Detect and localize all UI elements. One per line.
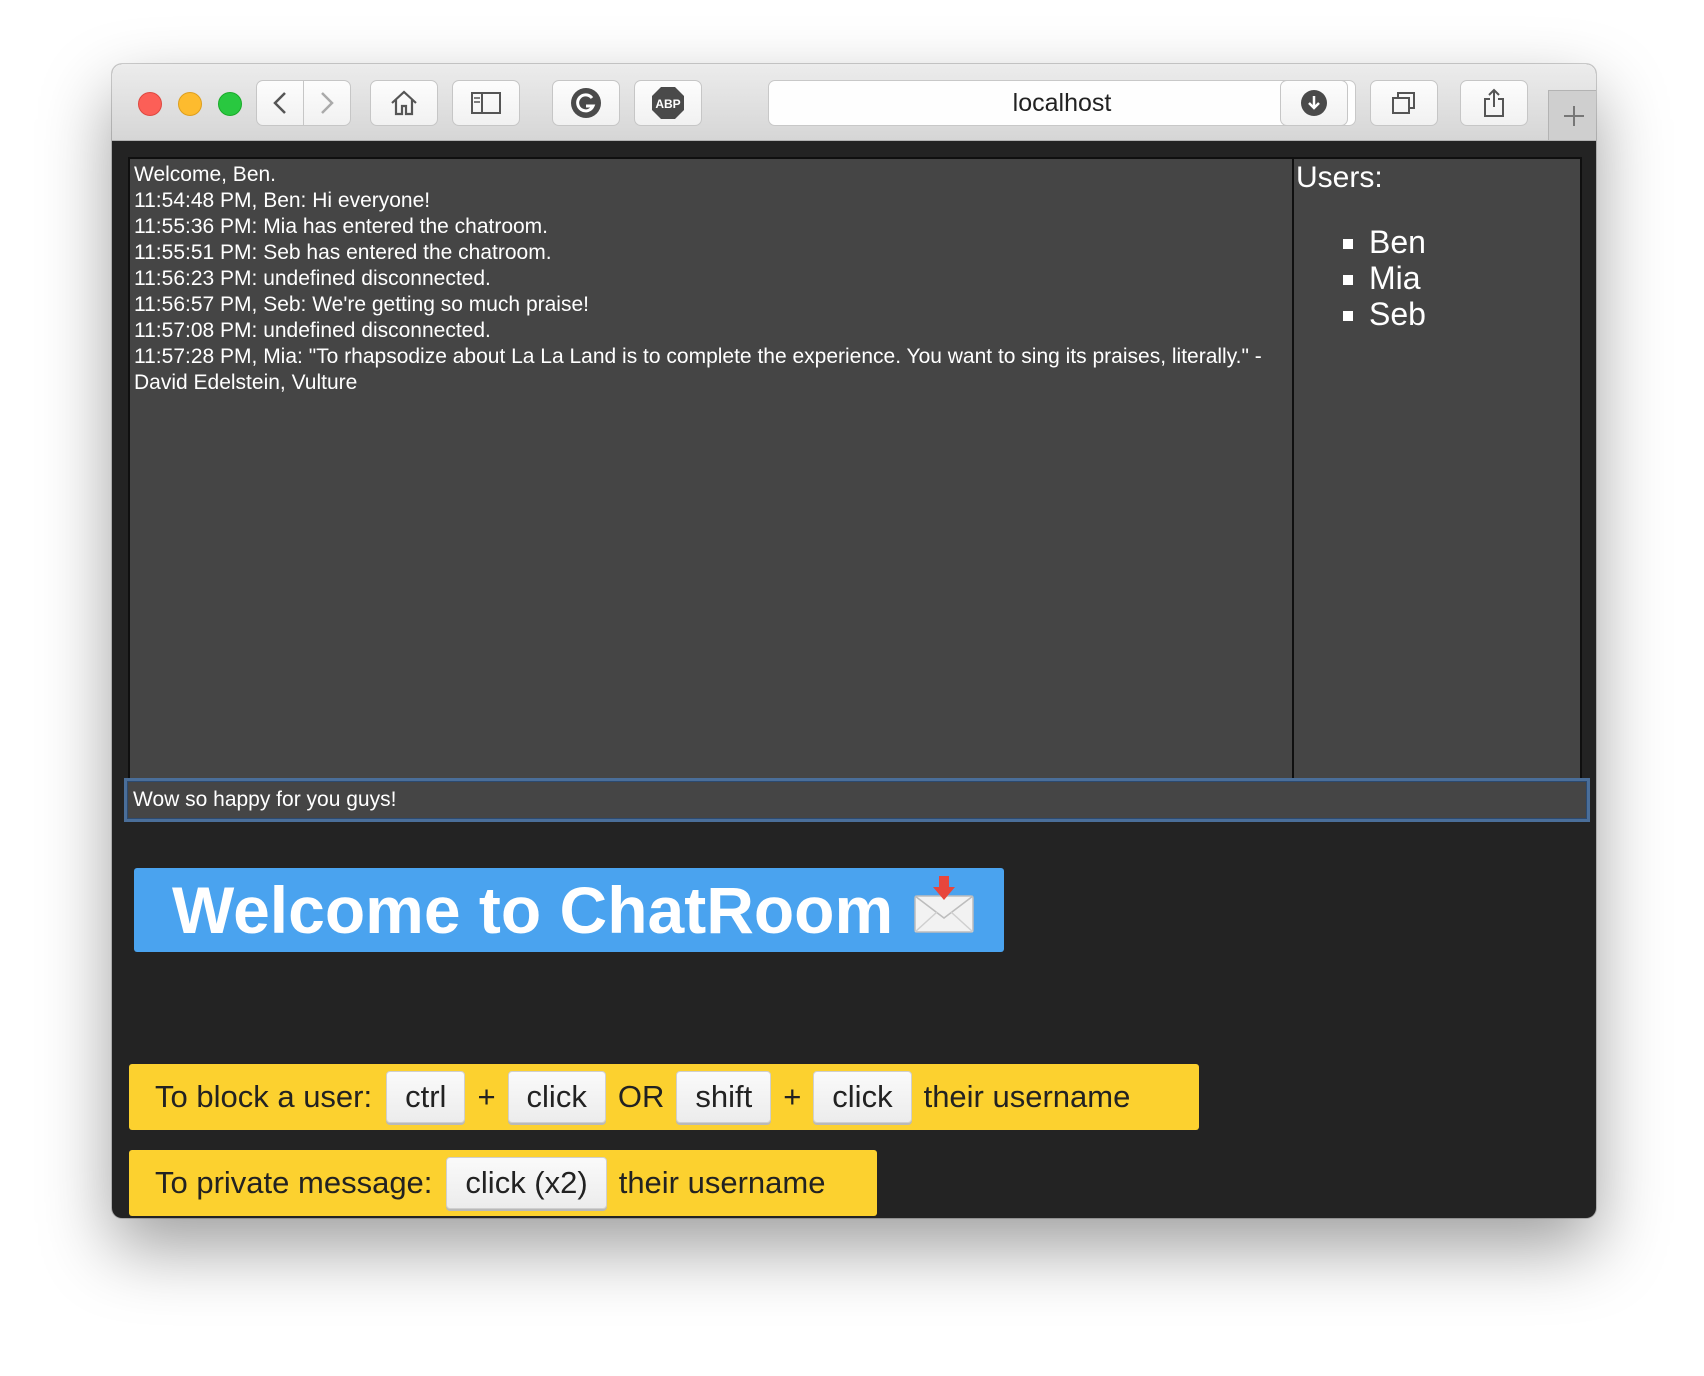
chat-message: 11:56:23 PM: undefined disconnected.: [134, 267, 491, 290]
message-input[interactable]: [124, 778, 1590, 822]
download-icon: [1301, 90, 1327, 116]
banner-title: Welcome to ChatRoom: [172, 873, 894, 947]
private-tip-label: To private message:: [155, 1165, 433, 1200]
sidebar-icon: [471, 92, 501, 114]
private-tip-suffix: their username: [618, 1165, 826, 1200]
chat-message: 11:55:36 PM: Mia has entered the chatroo…: [134, 215, 549, 238]
click-key: click: [507, 1071, 606, 1123]
minimize-window-button[interactable]: [178, 92, 202, 116]
share-icon: [1484, 88, 1504, 117]
downloads-button[interactable]: [1280, 80, 1348, 126]
tabs-overview-button[interactable]: [1370, 80, 1438, 126]
browser-window: ABP localhost Welcome, Ben. 11:54:48 PM,…: [112, 64, 1596, 1218]
private-message-tip: To private message: click (x2) their use…: [129, 1150, 877, 1216]
user-item-ben[interactable]: Ben: [1369, 224, 1580, 260]
block-tip-label: To block a user:: [155, 1079, 373, 1114]
share-button[interactable]: [1460, 80, 1528, 126]
chat-message: 11:57:08 PM: undefined disconnected.: [134, 319, 491, 342]
welcome-banner: Welcome to ChatRoom: [134, 868, 1004, 952]
back-button[interactable]: [256, 80, 304, 126]
block-user-tip: To block a user: ctrl + click OR shift +…: [129, 1064, 1199, 1130]
chat-message: 11:55:51 PM: Seb has entered the chatroo…: [134, 241, 552, 264]
users-panel: Users: Ben Mia Seb: [1292, 157, 1582, 783]
users-title: Users:: [1296, 161, 1383, 194]
plus-icon: [1563, 105, 1584, 126]
sidebar-button[interactable]: [452, 80, 520, 126]
envelope-with-arrow-icon: [911, 869, 977, 953]
double-click-key: click (x2): [446, 1157, 607, 1209]
chat-message: Welcome, Ben.: [134, 163, 277, 186]
block-tip-suffix: their username: [923, 1079, 1131, 1114]
tabs-icon: [1392, 92, 1415, 114]
address-bar[interactable]: localhost: [768, 80, 1356, 126]
home-button[interactable]: [370, 80, 438, 126]
new-tab-button[interactable]: [1548, 90, 1596, 140]
browser-toolbar: ABP localhost: [112, 64, 1596, 141]
chat-message: 11:57:28 PM, Mia: "To rhapsodize about L…: [134, 345, 1262, 394]
svg-text:ABP: ABP: [655, 97, 680, 111]
forward-icon: [321, 92, 334, 114]
chat-log: Welcome, Ben. 11:54:48 PM, Ben: Hi every…: [128, 157, 1294, 783]
close-window-button[interactable]: [138, 92, 162, 116]
plus-sign: +: [783, 1079, 802, 1114]
back-icon: [273, 92, 286, 114]
adblock-button[interactable]: ABP: [634, 80, 702, 126]
grammarly-button[interactable]: [552, 80, 620, 126]
click-key: click: [813, 1071, 912, 1123]
users-list: Ben Mia Seb: [1294, 224, 1580, 332]
user-item-seb[interactable]: Seb: [1369, 296, 1580, 332]
plus-sign: +: [477, 1079, 496, 1114]
grammarly-icon: [571, 88, 601, 118]
user-item-mia[interactable]: Mia: [1369, 260, 1580, 296]
adblock-icon: ABP: [652, 87, 684, 119]
chat-message: 11:56:57 PM, Seb: We're getting so much …: [134, 293, 589, 316]
home-icon: [391, 90, 417, 116]
chat-message: 11:54:48 PM, Ben: Hi everyone!: [134, 189, 431, 212]
forward-button[interactable]: [303, 80, 351, 126]
ctrl-key: ctrl: [386, 1071, 466, 1123]
zoom-window-button[interactable]: [218, 92, 242, 116]
or-text: OR: [617, 1079, 665, 1114]
shift-key: shift: [676, 1071, 772, 1123]
url-text: localhost: [1012, 89, 1112, 117]
